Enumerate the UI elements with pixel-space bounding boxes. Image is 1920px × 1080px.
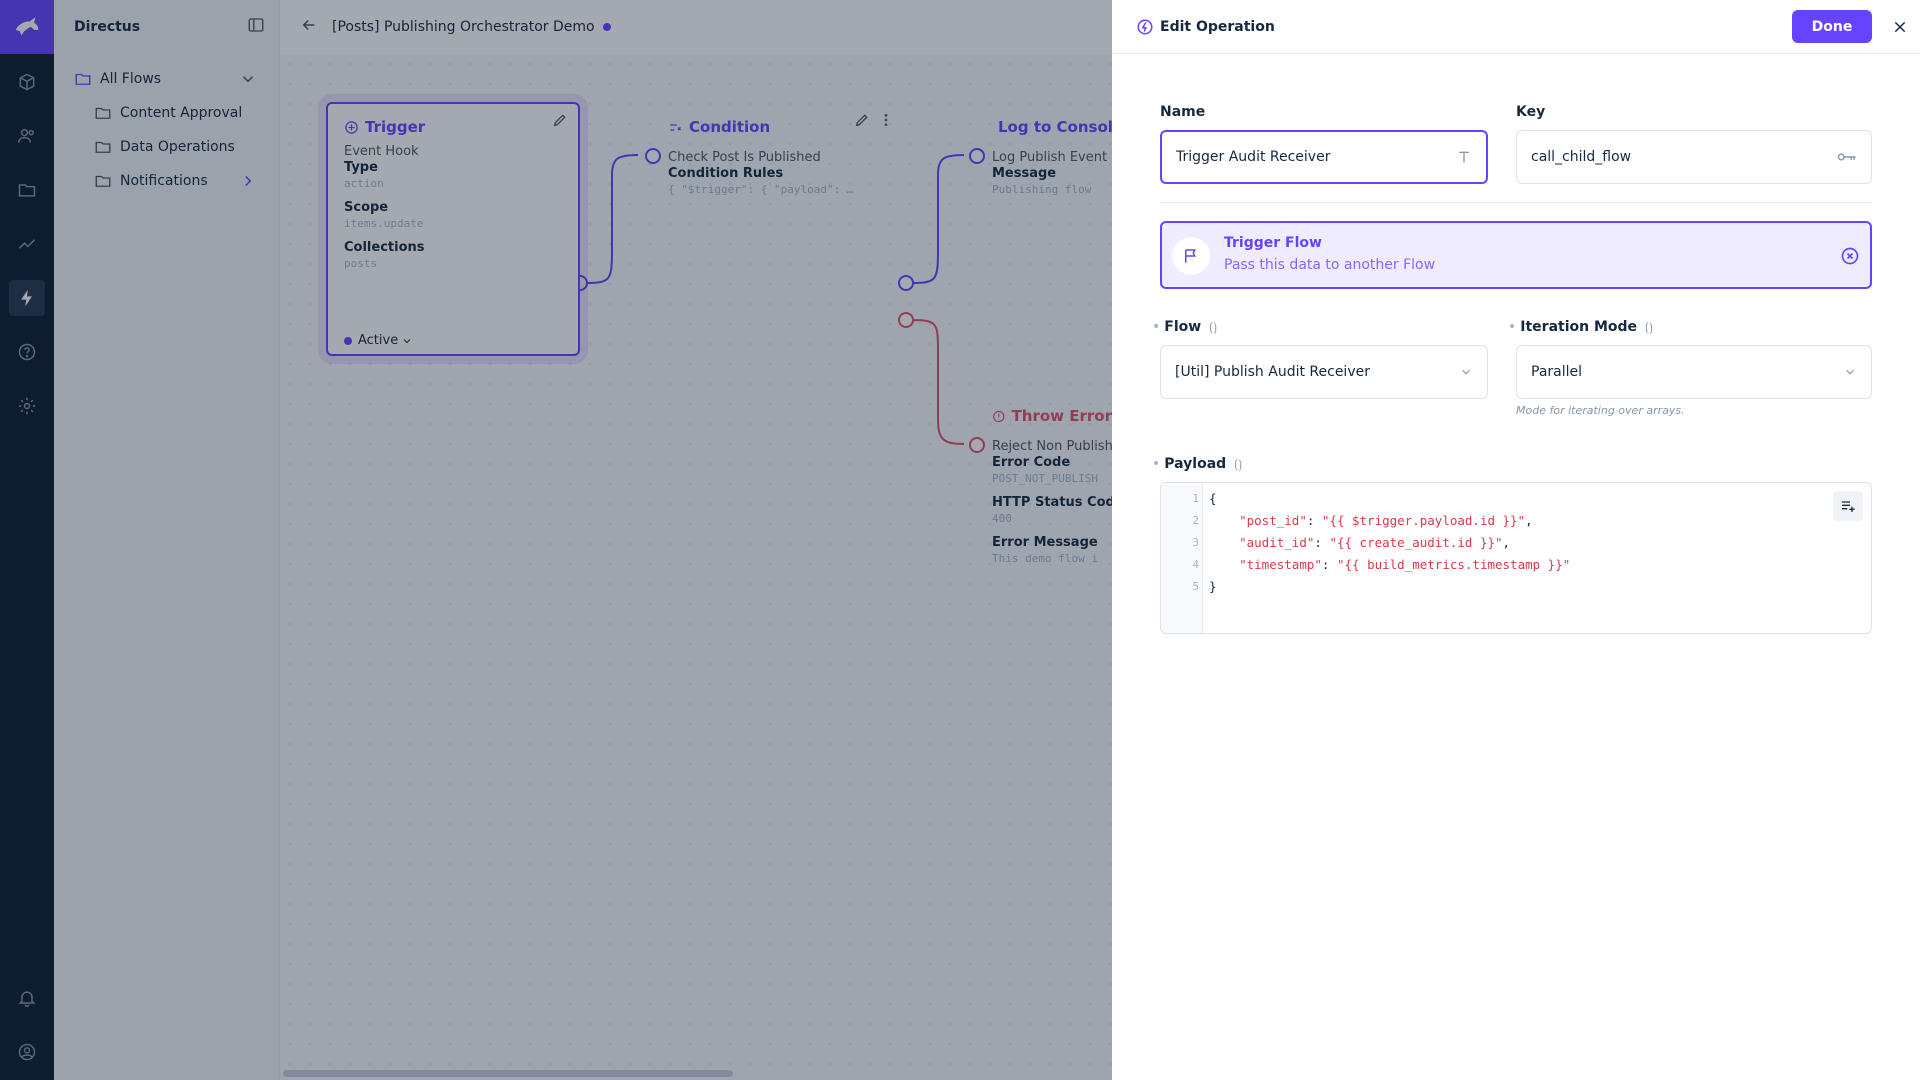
flow-select[interactable]: [Util] Publish Audit Receiver [1160,345,1488,399]
required-marker: • [1152,319,1161,335]
chevron-down-icon [1843,365,1857,379]
key-input[interactable]: call_child_flow [1516,130,1872,184]
iteration-mode-select[interactable]: Parallel [1516,345,1872,399]
variable-braces-icon[interactable]: ⟮⟯ [1209,320,1217,335]
iteration-mode-hint: Mode for iterating over arrays. [1516,404,1685,417]
iteration-mode-value: Parallel [1531,364,1583,380]
deselect-operation-icon[interactable] [1840,246,1860,270]
flow-value: [Util] Publish Audit Receiver [1175,364,1370,380]
operation-title: Trigger Flow [1224,235,1322,251]
key-icon [1837,149,1857,165]
variable-braces-icon[interactable]: ⟮⟯ [1234,457,1242,472]
flow-label: • Flow ⟮⟯ [1152,319,1218,335]
iteration-mode-label: • Iteration Mode ⟮⟯ [1508,319,1654,335]
insert-variable-button[interactable] [1833,491,1863,521]
selected-operation-card[interactable]: Trigger Flow Pass this data to another F… [1160,221,1872,289]
drawer-overlay[interactable] [0,0,1112,1080]
code-line: 3 "audit_id": "{{ create_audit.id }}", [1192,534,1511,550]
playlist-add-icon [1842,501,1855,512]
drawer-header: Edit Operation Done [1112,0,1920,54]
key-label: Key [1516,104,1546,120]
name-input[interactable]: Trigger Audit Receiver [1160,130,1488,184]
text-type-icon [1456,149,1472,165]
required-marker: • [1508,319,1517,335]
done-button[interactable]: Done [1792,10,1872,43]
payload-code-editor[interactable]: 1{ 2 "post_id": "{{ $trigger.payload.id … [1160,482,1872,634]
required-marker: • [1152,456,1161,472]
drawer-title: Edit Operation [1160,18,1275,35]
operation-description: Pass this data to another Flow [1224,257,1436,273]
code-line: 1{ [1192,490,1217,506]
code-line: 4 "timestamp": "{{ build_metrics.timesta… [1192,556,1571,572]
code-line: 5} [1192,578,1217,594]
name-value: Trigger Audit Receiver [1176,149,1331,165]
chevron-down-icon [1459,365,1473,379]
payload-label: • Payload ⟮⟯ [1152,456,1243,472]
code-line: 2 "post_id": "{{ $trigger.payload.id }}"… [1192,512,1533,528]
flag-icon [1172,237,1210,275]
operation-bolt-icon [1137,19,1153,34]
key-value: call_child_flow [1531,149,1632,165]
close-icon[interactable] [1888,15,1912,39]
divider [1160,202,1872,203]
variable-braces-icon[interactable]: ⟮⟯ [1645,320,1653,335]
name-label: Name [1160,104,1206,120]
